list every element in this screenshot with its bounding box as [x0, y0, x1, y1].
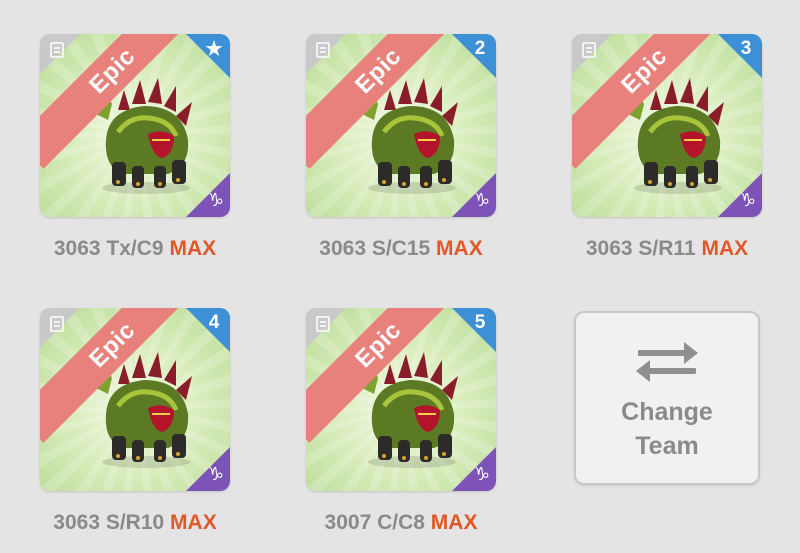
- team-slot-4: Epic 4 ♑ 3063 S/R10 MAX: [40, 308, 230, 535]
- capricorn-icon: ♑: [207, 464, 224, 485]
- monster-stats: 3063 S/C15: [319, 237, 431, 260]
- monster-stats: 3063 S/R11: [585, 237, 696, 260]
- change-team-button[interactable]: Change Team: [574, 311, 760, 485]
- note-icon[interactable]: [316, 316, 330, 332]
- note-icon[interactable]: [50, 316, 64, 332]
- slot-number-badge: 5: [474, 312, 486, 333]
- slot-number-badge: 2: [474, 38, 486, 59]
- monster-stats: 3063 Tx/C9: [53, 237, 164, 260]
- monster-caption: 3063 Tx/C9 MAX: [40, 237, 230, 261]
- capricorn-icon: ♑: [739, 190, 756, 211]
- capricorn-icon: ♑: [207, 190, 224, 211]
- slot-number-badge: 3: [740, 38, 752, 59]
- monster-card[interactable]: Epic 5 ♑: [306, 308, 496, 491]
- team-slot-2: Epic 2 ♑ 3063 S/C15 MAX: [306, 34, 496, 261]
- monster-caption: 3063 S/C15 MAX: [306, 237, 496, 261]
- capricorn-icon: ♑: [473, 464, 490, 485]
- monster-card[interactable]: Epic 4 ♑: [40, 308, 230, 491]
- capricorn-icon: ♑: [473, 190, 490, 211]
- monster-caption: 3063 S/R10 MAX: [40, 511, 230, 535]
- max-level-label: MAX: [701, 237, 749, 260]
- team-slot-3: Epic 3 ♑ 3063 S/R11 MAX: [572, 34, 762, 261]
- monster-card[interactable]: Epic ★ ♑: [40, 34, 230, 217]
- max-level-label: MAX: [170, 511, 217, 534]
- change-team-label: Change Team: [621, 398, 713, 460]
- note-icon[interactable]: [316, 42, 330, 58]
- max-level-label: MAX: [436, 237, 483, 260]
- team-slot-1: Epic ★ ♑ 3063 Tx/C9 MAX: [40, 34, 230, 261]
- monster-caption: 3007 C/C8 MAX: [306, 511, 496, 535]
- monster-stats: 3007 C/C8: [324, 511, 425, 534]
- max-level-label: MAX: [169, 237, 217, 260]
- note-icon[interactable]: [50, 42, 64, 58]
- monster-card[interactable]: Epic 2 ♑: [306, 34, 496, 217]
- monster-card[interactable]: Epic 3 ♑: [572, 34, 762, 217]
- monster-stats: 3063 S/R10: [53, 511, 165, 534]
- slot-number-badge: 4: [208, 312, 220, 333]
- team-slot-5: Epic 5 ♑ 3007 C/C8 MAX: [306, 308, 496, 535]
- note-icon[interactable]: [582, 42, 596, 58]
- monster-caption: 3063 S/R11 MAX: [572, 237, 762, 261]
- swap-arrows-icon: [636, 342, 698, 382]
- max-level-label: MAX: [430, 511, 478, 534]
- star-icon: ★: [205, 39, 223, 60]
